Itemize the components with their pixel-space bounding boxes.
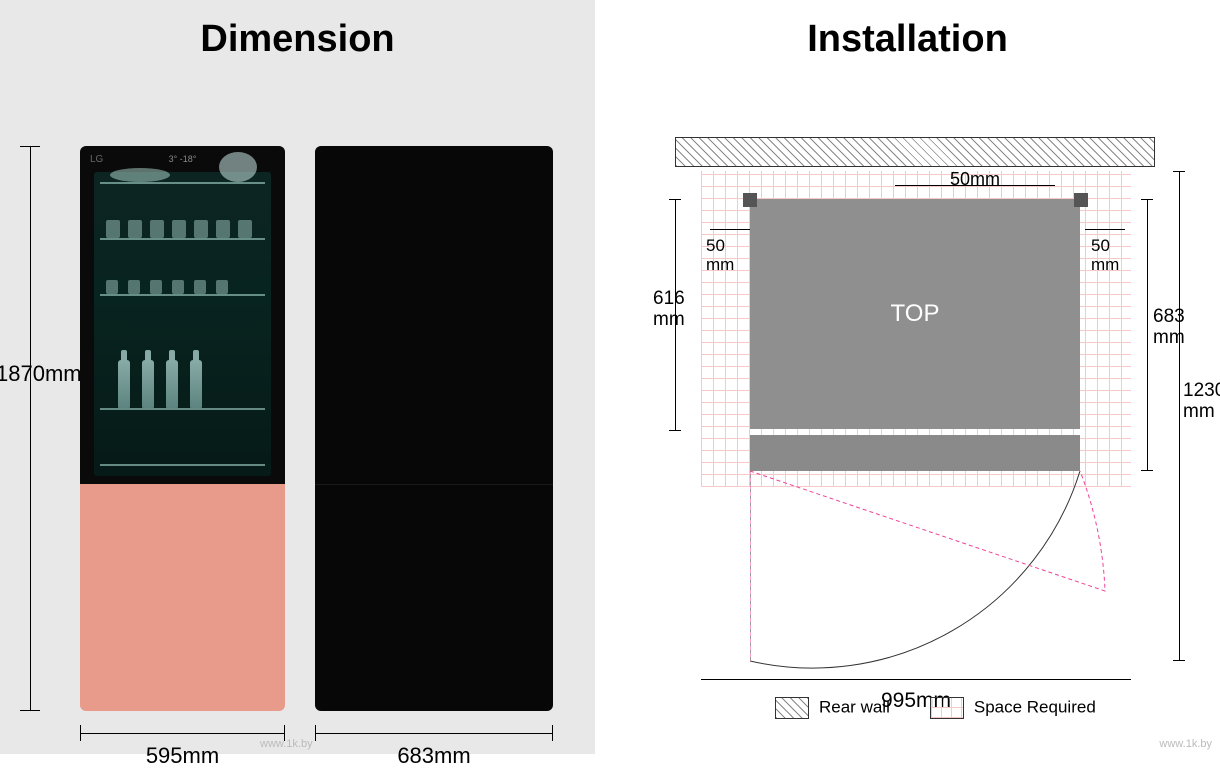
- fridge-top-view: TOP: [750, 199, 1080, 429]
- fridge-upper-door: LG 3° -18°: [80, 146, 285, 484]
- shelf: [100, 182, 265, 184]
- door-top-view: [750, 435, 1080, 471]
- depth-label: 683mm: [397, 743, 470, 769]
- rear-wall-swatch: [775, 697, 809, 719]
- installation-figure: TOP 50mm 50 mm 50 mm 616 mm 683 mm 1230 …: [595, 71, 1220, 731]
- watermark-text: www.1k.by: [1159, 738, 1212, 750]
- height-label: 1870mm: [0, 361, 82, 387]
- left-gap-label: 50 mm: [706, 237, 734, 274]
- top-gap-label: 50mm: [950, 169, 1000, 190]
- fridge-lower-door: [80, 484, 285, 711]
- dimension-panel: Dimension 1870mm LG 3° -18°: [0, 0, 595, 754]
- body-depth-dimension: 616 mm: [655, 199, 685, 431]
- right-gap-label: 50 mm: [1091, 237, 1119, 274]
- body-depth-label: 616 mm: [653, 289, 685, 331]
- fridge-front-view: LG 3° -18°: [80, 146, 285, 711]
- installation-panel: Installation TOP 50mm 50 mm 50 mm 616 mm…: [595, 0, 1220, 754]
- width-label: 595mm: [146, 743, 219, 769]
- shelf: [100, 294, 265, 296]
- legend-wall-label: Rear wall: [819, 697, 890, 716]
- legend-space-label: Space Required: [974, 697, 1096, 716]
- dimension-heading: Dimension: [0, 0, 595, 71]
- hinge-icon: [743, 193, 757, 207]
- watermark-text: www.1k.by: [260, 738, 313, 750]
- shelf: [100, 350, 265, 410]
- fridge-side-view: [315, 146, 553, 711]
- swing-depth-dimension: 1230 mm: [1173, 171, 1207, 661]
- door-swing-arc: [750, 471, 1120, 701]
- legend: Rear wall Space Required: [775, 697, 1096, 719]
- rear-wall: [675, 137, 1155, 167]
- shelf: [100, 464, 265, 466]
- space-required-swatch: [930, 697, 964, 719]
- width-dimension: 595mm: [80, 719, 285, 749]
- hinge-icon: [1074, 193, 1088, 207]
- top-label: TOP: [891, 300, 940, 328]
- shelf: [100, 238, 265, 240]
- dimension-figure: 1870mm LG 3° -18°: [0, 71, 595, 731]
- full-depth-dimension: 683 mm: [1141, 199, 1171, 471]
- depth-dimension: 683mm: [315, 719, 553, 749]
- installation-heading: Installation: [595, 0, 1220, 71]
- legend-item-space: Space Required: [930, 697, 1096, 719]
- instaview-glass: [94, 172, 271, 476]
- swing-depth-label: 1230 mm: [1183, 381, 1220, 423]
- height-dimension: [16, 146, 44, 711]
- legend-item-wall: Rear wall: [775, 697, 890, 719]
